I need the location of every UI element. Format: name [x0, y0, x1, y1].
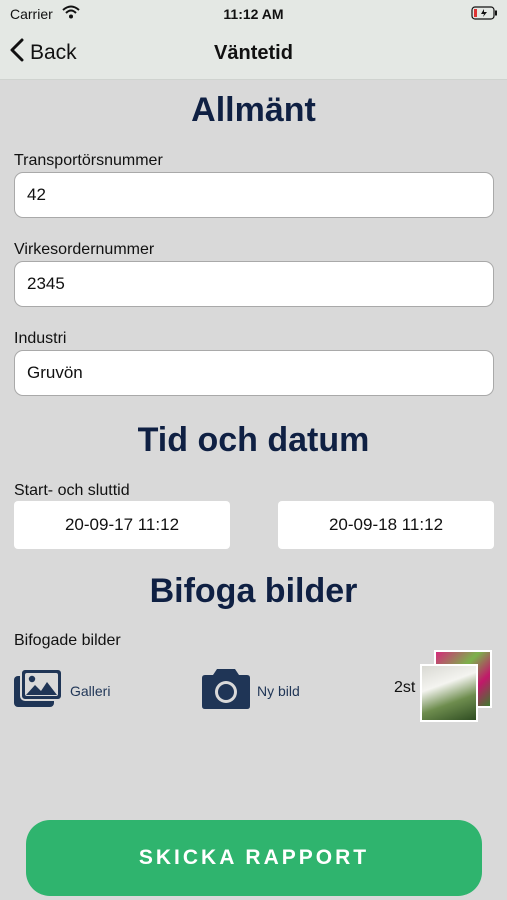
navigation-bar: Back Väntetid [0, 28, 507, 80]
photo-count: 2st [394, 679, 416, 696]
industry-input[interactable] [14, 350, 494, 396]
order-label: Virkesordernummer [14, 241, 155, 258]
section-title-time-date: Tid och datum [137, 421, 370, 459]
new-photo-label: Ny bild [257, 682, 300, 699]
gallery-label: Galleri [70, 682, 111, 699]
gallery-button[interactable]: Galleri [14, 668, 110, 713]
gallery-icon [14, 668, 64, 713]
camera-icon [201, 666, 251, 715]
new-photo-button[interactable]: Ny bild [201, 666, 300, 715]
section-title-general: Allmänt [191, 91, 316, 129]
industry-label: Industri [14, 330, 67, 347]
clock: 11:12 AM [223, 6, 284, 22]
transporter-number-input[interactable] [14, 172, 494, 218]
submit-report-button[interactable]: SKICKA RAPPORT [26, 820, 482, 896]
order-number-input[interactable] [14, 261, 494, 307]
transporter-label: Transportörsnummer [14, 152, 163, 169]
page-title: Väntetid [214, 42, 293, 64]
end-time-button[interactable]: 20-09-18 11:12 [278, 501, 494, 549]
photo-thumbnails[interactable] [420, 650, 496, 726]
section-title-attach: Bifoga bilder [149, 572, 358, 610]
battery-icon [471, 6, 499, 25]
start-time-button[interactable]: 20-09-17 11:12 [14, 501, 230, 549]
time-range-label: Start- och sluttid [14, 482, 130, 499]
attached-photos-label: Bifogade bilder [14, 632, 121, 649]
photo-thumbnail-front [420, 664, 478, 722]
status-bar: Carrier 11:12 AM [0, 0, 507, 28]
